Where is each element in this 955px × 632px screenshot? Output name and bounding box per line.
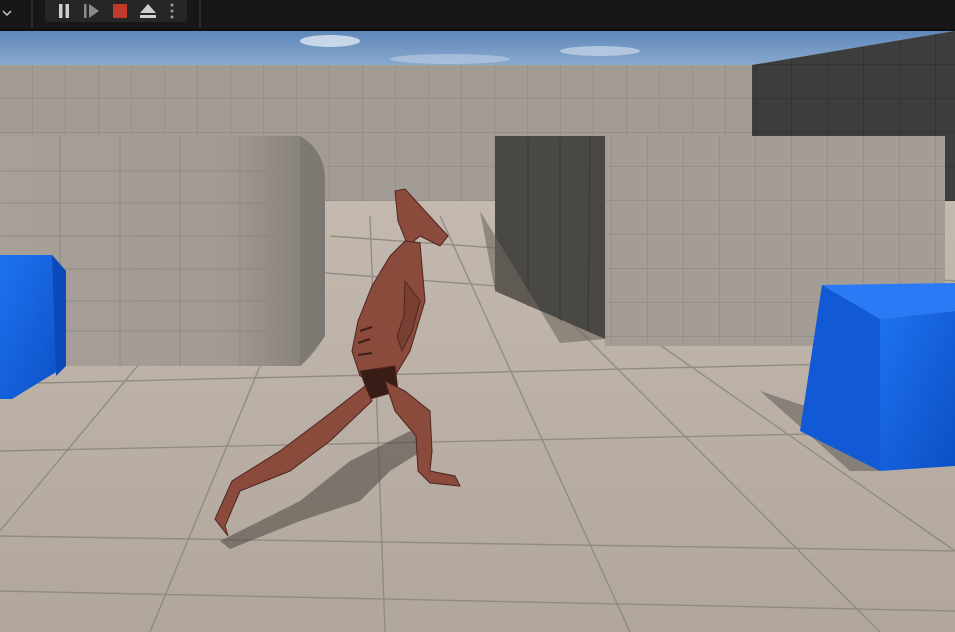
pause-button[interactable] (51, 0, 77, 22)
game-viewport[interactable] (0, 31, 955, 632)
toolbar-divider (31, 0, 33, 28)
scene-render (0, 31, 955, 632)
step-frame-button[interactable] (79, 0, 105, 22)
play-toolbar (0, 0, 955, 31)
chevron-down-icon[interactable] (0, 2, 14, 24)
pause-icon (59, 4, 69, 18)
toolbar-divider (199, 0, 201, 28)
step-forward-icon (84, 4, 99, 18)
stop-icon (113, 4, 127, 18)
eject-icon (140, 4, 156, 18)
stop-button[interactable] (107, 0, 133, 22)
kebab-menu-icon (170, 3, 174, 19)
more-options-button[interactable] (161, 0, 183, 22)
play-controls-group (45, 0, 187, 22)
eject-button[interactable] (135, 0, 161, 22)
